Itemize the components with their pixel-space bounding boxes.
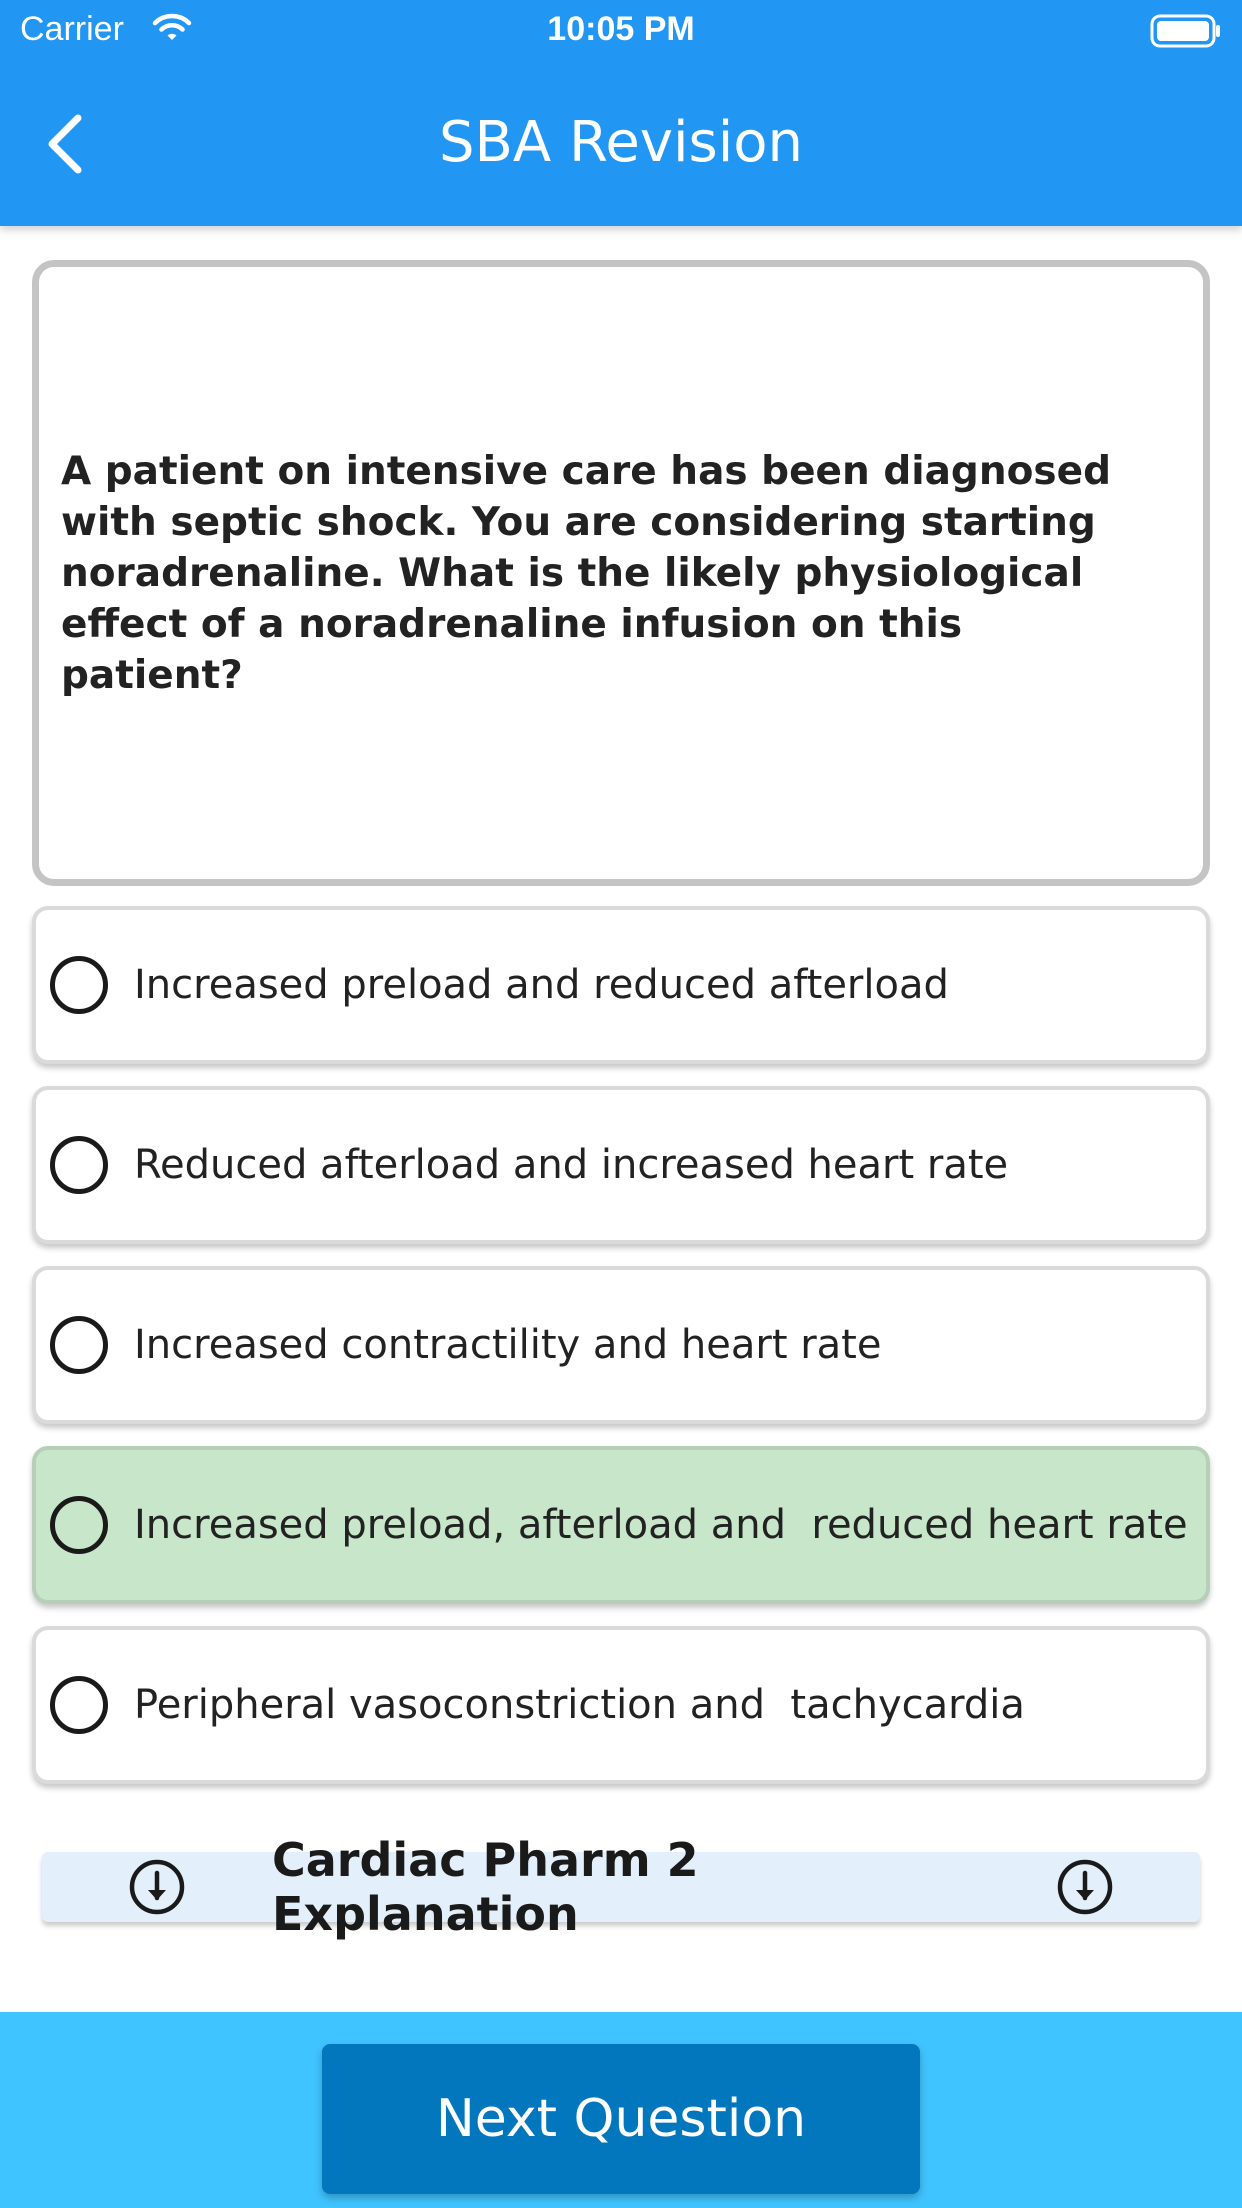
navigation-bar: Carrier 10:05 PM SBA Revision bbox=[0, 0, 1242, 226]
explanation-toggle[interactable]: Cardiac Pharm 2 Explanation bbox=[42, 1833, 1200, 1941]
radio-button-icon[interactable] bbox=[50, 1496, 108, 1554]
radio-button-icon[interactable] bbox=[50, 1136, 108, 1194]
answer-option-label: Increased contractility and heart rate bbox=[134, 1322, 882, 1368]
next-question-button[interactable]: Next Question bbox=[322, 2044, 920, 2194]
arrow-down-circle-icon bbox=[1057, 1859, 1113, 1915]
answer-option-1[interactable]: Increased preload and reduced afterload bbox=[32, 906, 1210, 1064]
question-text: A patient on intensive care has been dia… bbox=[61, 448, 1111, 698]
radio-button-icon[interactable] bbox=[50, 956, 108, 1014]
footer-bar: Next Question bbox=[0, 2012, 1242, 2208]
answer-option-label: Increased preload and reduced afterload bbox=[134, 962, 949, 1008]
answer-option-label: Increased preload, afterload and reduced… bbox=[134, 1502, 1188, 1548]
answer-option-label: Peripheral vasoconstriction and tachycar… bbox=[134, 1682, 1025, 1728]
answer-option-3[interactable]: Increased contractility and heart rate bbox=[32, 1266, 1210, 1424]
radio-button-icon[interactable] bbox=[50, 1316, 108, 1374]
status-bar: Carrier 10:05 PM bbox=[0, 0, 1242, 62]
answer-option-2[interactable]: Reduced afterload and increased heart ra… bbox=[32, 1086, 1210, 1244]
answer-option-label: Reduced afterload and increased heart ra… bbox=[134, 1142, 1009, 1188]
explanation-label: Cardiac Pharm 2 Explanation bbox=[272, 1833, 699, 1941]
page-title: SBA Revision bbox=[438, 110, 804, 175]
answer-option-5[interactable]: Peripheral vasoconstriction and tachycar… bbox=[32, 1626, 1210, 1784]
question-card: A patient on intensive care has been dia… bbox=[32, 260, 1210, 886]
battery-icon bbox=[1150, 14, 1222, 52]
answer-option-4[interactable]: Increased preload, afterload and reduced… bbox=[32, 1446, 1210, 1604]
radio-button-icon[interactable] bbox=[50, 1676, 108, 1734]
arrow-down-circle-icon bbox=[129, 1859, 185, 1915]
status-time: 10:05 PM bbox=[547, 10, 695, 48]
